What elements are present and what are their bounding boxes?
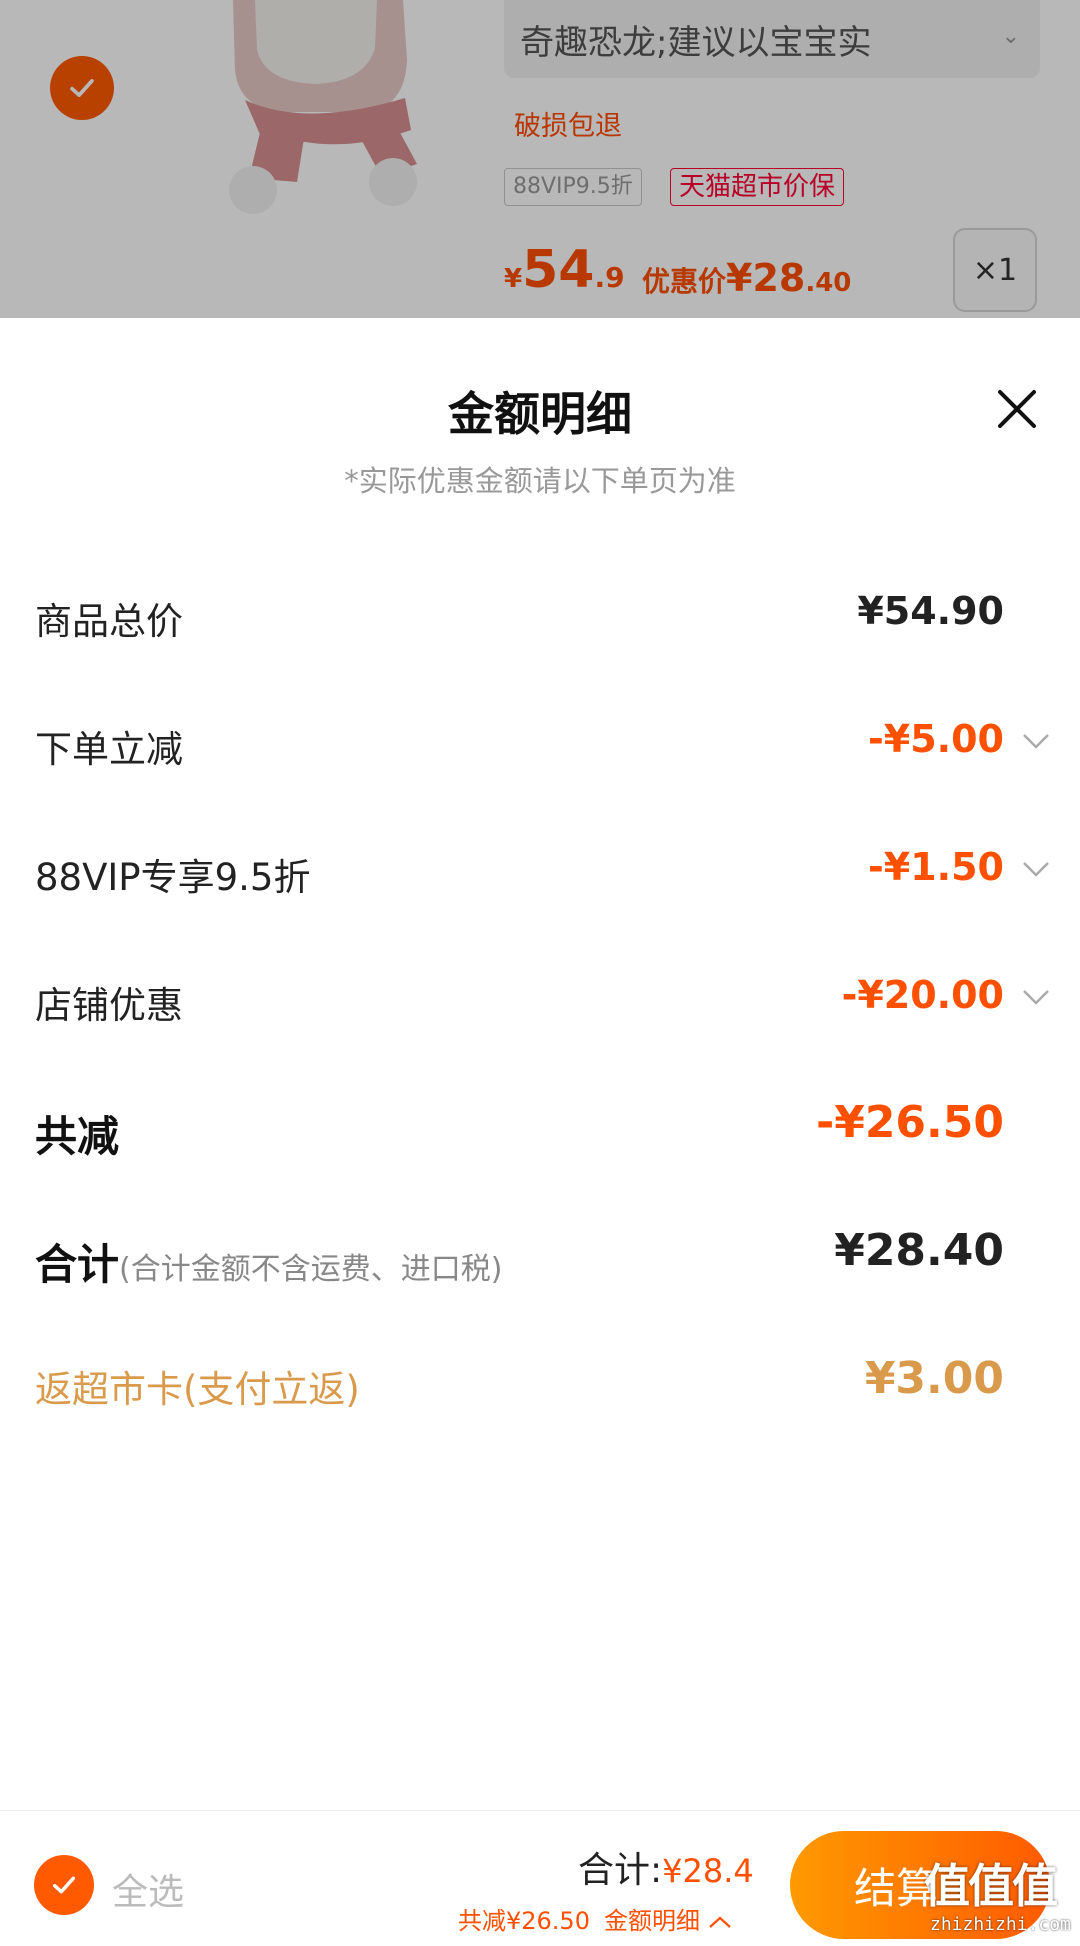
row-label: 返超市卡(支付立返) bbox=[35, 1368, 360, 1411]
bar-total-label: 合计: bbox=[578, 1850, 663, 1891]
row-amount: -¥5.00 bbox=[868, 717, 1004, 761]
row-label: 店铺优惠 bbox=[35, 984, 183, 1027]
row-total-savings: 共减 -¥26.50 bbox=[0, 1085, 1080, 1165]
checkmark-icon bbox=[52, 1876, 76, 1894]
total-sublabel: (合计金额不含运费、进口税) bbox=[119, 1252, 503, 1287]
chevron-up-icon[interactable] bbox=[708, 1915, 732, 1929]
amount-detail-sheet: 金额明细 *实际优惠金额请以下单页为准 商品总价 ¥54.90 下单立减 -¥5… bbox=[0, 318, 1080, 1810]
row-goods-total: 商品总价 ¥54.90 bbox=[0, 573, 1080, 653]
bar-savings-text: 共减¥26.50 bbox=[458, 1907, 590, 1935]
row-amount: ¥3.00 bbox=[864, 1353, 1004, 1404]
price-protect-tag: 天猫超市价保 bbox=[670, 168, 845, 206]
row-label: 共减 bbox=[35, 1112, 120, 1161]
watermark-text: 值值值 bbox=[924, 1859, 1058, 1913]
row-label: 下单立减 bbox=[35, 728, 183, 771]
row-store-discount[interactable]: 店铺优惠 -¥20.00 bbox=[0, 957, 1080, 1037]
row-supermarket-card-rebate: 返超市卡(支付立返) ¥3.00 bbox=[0, 1341, 1080, 1421]
variant-selector[interactable]: 奇趣恐龙;建议以宝宝实 ⌄ bbox=[504, 0, 1040, 78]
row-vip-discount[interactable]: 88VIP专享9.5折 -¥1.50 bbox=[0, 829, 1080, 909]
chevron-down-icon: ⌄ bbox=[1001, 24, 1020, 49]
total-label: 合计 bbox=[35, 1240, 120, 1289]
row-order-discount[interactable]: 下单立减 -¥5.00 bbox=[0, 701, 1080, 781]
row-label: 商品总价 bbox=[35, 600, 183, 643]
product-card: 奇趣恐龙;建议以宝宝实 ⌄ 破损包退 88VIP9.5折 天猫超市价保 ¥54.… bbox=[0, 0, 1080, 318]
promo-price: 优惠价¥28.40 bbox=[642, 256, 852, 300]
watermark-url: zhizhizhi.com bbox=[930, 1914, 1071, 1935]
variant-text: 奇趣恐龙;建议以宝宝实 bbox=[520, 22, 872, 63]
product-select-checkbox[interactable] bbox=[50, 56, 114, 120]
row-amount: ¥28.40 bbox=[834, 1225, 1004, 1276]
row-amount: -¥1.50 bbox=[868, 845, 1004, 889]
sheet-note: *实际优惠金额请以下单页为准 bbox=[344, 464, 736, 498]
select-all-label[interactable]: 全选 bbox=[112, 1863, 184, 1915]
row-label: 88VIP专享9.5折 bbox=[35, 856, 311, 899]
product-price: ¥54.9 bbox=[504, 240, 625, 300]
vip-discount-tag: 88VIP9.5折 bbox=[504, 168, 642, 206]
checkmark-icon bbox=[70, 79, 94, 97]
row-label: 合计(合计金额不含运费、进口税) bbox=[35, 1231, 502, 1292]
select-all-checkbox[interactable] bbox=[34, 1855, 94, 1915]
chevron-down-icon[interactable] bbox=[1020, 731, 1052, 751]
sheet-title: 金额明细 bbox=[448, 387, 632, 441]
row-amount: ¥54.90 bbox=[857, 589, 1004, 633]
bar-total-value: ¥28.4 bbox=[662, 1852, 754, 1890]
close-icon[interactable] bbox=[994, 386, 1040, 432]
chevron-down-icon[interactable] bbox=[1020, 859, 1052, 879]
row-amount: -¥26.50 bbox=[815, 1097, 1004, 1148]
chevron-down-icon[interactable] bbox=[1020, 987, 1052, 1007]
row-grand-total: 合计(合计金额不含运费、进口税) ¥28.40 bbox=[0, 1213, 1080, 1293]
row-amount: -¥20.00 bbox=[841, 973, 1004, 1017]
bar-savings[interactable]: 共减¥26.50 金额明细 bbox=[458, 1901, 732, 1936]
quantity-button[interactable]: ×1 bbox=[953, 228, 1037, 312]
checkout-bar: 全选 合计:¥28.4 共减¥26.50 金额明细 结算 bbox=[0, 1810, 1080, 1946]
damage-return-note: 破损包退 bbox=[514, 111, 622, 142]
amount-detail-link[interactable]: 金额明细 bbox=[604, 1907, 700, 1935]
product-thumbnail[interactable] bbox=[205, 0, 445, 218]
bar-total: 合计:¥28.4 bbox=[578, 1841, 754, 1893]
